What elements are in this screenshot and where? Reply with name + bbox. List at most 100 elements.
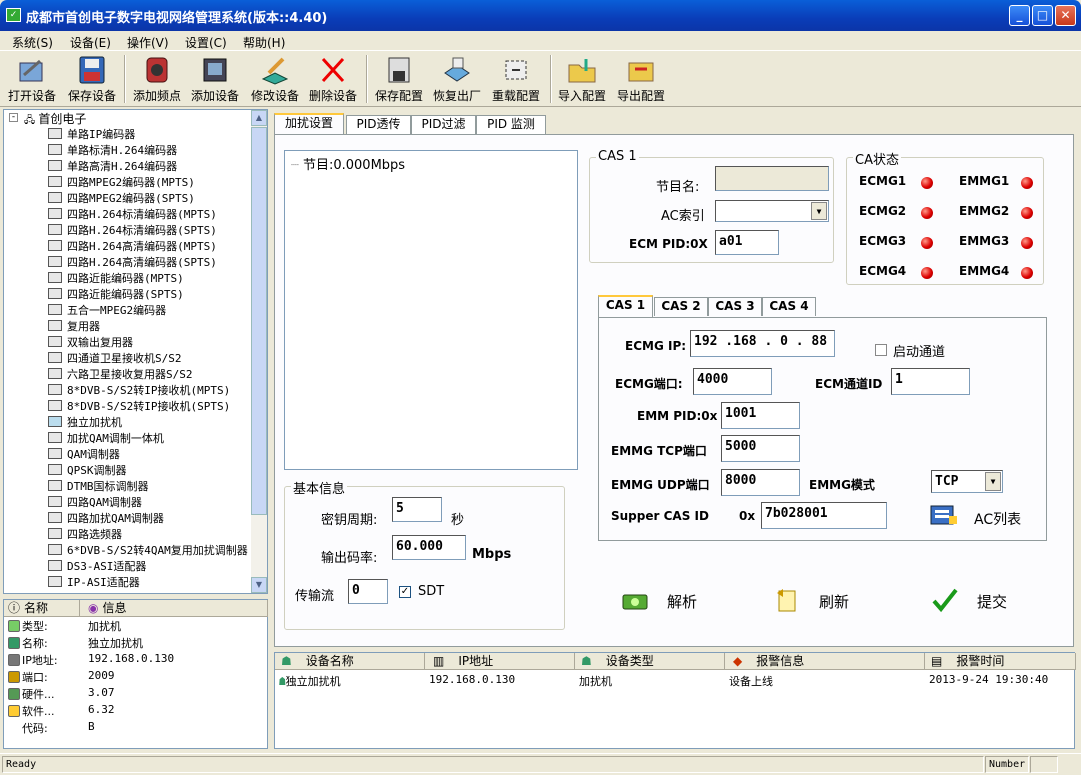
key-period-input[interactable]: 5 bbox=[392, 497, 442, 522]
parse-button[interactable]: 解析 bbox=[621, 585, 711, 615]
minimize-button[interactable]: _ bbox=[1009, 5, 1030, 26]
ecm-pid-input[interactable]: a01 bbox=[715, 230, 779, 255]
supper-cas-input[interactable]: 7b028001 bbox=[761, 502, 887, 529]
add-frequency-button[interactable]: 添加频点 bbox=[130, 55, 184, 105]
emmg-mode-select[interactable]: TCP ▼ bbox=[931, 470, 1003, 493]
props-header-info[interactable]: ◉ 信息 bbox=[80, 600, 268, 617]
enable-channel-checkbox[interactable] bbox=[875, 344, 887, 356]
tree-scrollbar[interactable]: ▲ ▼ bbox=[251, 110, 267, 593]
tree-item[interactable]: 单路IP编码器 bbox=[48, 126, 135, 142]
delete-device-button[interactable]: 删除设备 bbox=[306, 55, 360, 105]
tree-item[interactable]: 四路H.264标清编码器(MPTS) bbox=[48, 206, 217, 222]
bitrate-input[interactable]: 60.000 bbox=[392, 535, 466, 560]
tree-item[interactable]: 复用器 bbox=[48, 318, 100, 334]
menu-operation[interactable]: 操作(V) bbox=[127, 34, 169, 51]
restore-factory-button[interactable]: 恢复出厂 bbox=[430, 55, 484, 105]
cas-tab-2[interactable]: CAS 2 bbox=[654, 297, 708, 316]
export-config-button[interactable]: 导出配置 bbox=[614, 55, 668, 105]
alarm-list[interactable]: ☗ 设备名称 ▥ IP地址 ☗ 设备类型 ◆ 报警信息 ▤ 报警时间 ☗独立加扰机 192… bbox=[274, 652, 1076, 749]
tree-item[interactable]: 四路近能编码器(MPTS) bbox=[48, 270, 184, 286]
device-icon bbox=[48, 176, 62, 187]
dropdown-arrow-icon[interactable]: ▼ bbox=[985, 472, 1001, 491]
col-alarm-time[interactable]: ▤ 报警时间 bbox=[925, 653, 1076, 670]
tree-item[interactable]: 6*DVB-S/S2转4QAM复用加扰调制器 bbox=[48, 542, 248, 558]
dropdown-arrow-icon[interactable]: ▼ bbox=[811, 202, 827, 220]
col-device-name[interactable]: ☗ 设备名称 bbox=[275, 653, 425, 670]
menu-help[interactable]: 帮助(H) bbox=[243, 34, 285, 51]
ecm-channel-input[interactable]: 1 bbox=[891, 368, 970, 395]
tree-item[interactable]: DTMB国标调制器 bbox=[48, 478, 149, 494]
add-device-button[interactable]: 添加设备 bbox=[188, 55, 242, 105]
program-list[interactable]: ┈ 节目:0.000Mbps bbox=[284, 150, 578, 470]
tab-pid-passthrough[interactable]: PID透传 bbox=[346, 115, 411, 134]
tree-item[interactable]: 单路高清H.264编码器 bbox=[48, 158, 177, 174]
device-icon: ☗ bbox=[281, 654, 292, 668]
tree-item[interactable]: 四路H.264高清编码器(SPTS) bbox=[48, 254, 217, 270]
refresh-icon bbox=[777, 589, 796, 612]
tree-item[interactable]: 五合一MPEG2编码器 bbox=[48, 302, 166, 318]
tree-item[interactable]: 四路选频器 bbox=[48, 526, 122, 542]
tree-item[interactable]: QPSK调制器 bbox=[48, 462, 127, 478]
menu-settings[interactable]: 设置(C) bbox=[185, 34, 227, 51]
cas-tab-1[interactable]: CAS 1 bbox=[598, 295, 653, 317]
submit-button[interactable]: 提交 bbox=[931, 585, 1021, 615]
tree-item[interactable]: 双输出复用器 bbox=[48, 334, 133, 350]
tab-pid-monitor[interactable]: PID 监测 bbox=[476, 115, 546, 134]
program-name-field[interactable] bbox=[715, 166, 829, 191]
tree-item[interactable]: DS3-ASI适配器 bbox=[48, 558, 146, 574]
ca-status-group: CA状态 ECMG1 EMMG1 ECMG2 EMMG2 ECMG3 EMMG3 ECMG4… bbox=[846, 149, 1044, 285]
tree-item[interactable]: 四路MPEG2编码器(MPTS) bbox=[48, 174, 195, 190]
col-device-type[interactable]: ☗ 设备类型 bbox=[575, 653, 725, 670]
tree-item[interactable]: 六路卫星接收复用器S/S2 bbox=[48, 366, 193, 382]
refresh-button[interactable]: 刷新 bbox=[773, 585, 863, 615]
menu-system[interactable]: 系统(S) bbox=[12, 34, 53, 51]
sdt-checkbox[interactable]: ✓ bbox=[399, 586, 411, 598]
ecmg-ip-input[interactable]: 192 .168 . 0 . 88 bbox=[690, 330, 835, 357]
emm-pid-input[interactable]: 1001 bbox=[721, 402, 800, 429]
emmg-udp-input[interactable]: 8000 bbox=[721, 469, 800, 496]
menu-device[interactable]: 设备(E) bbox=[70, 34, 111, 51]
save-device-button[interactable]: 保存设备 bbox=[64, 55, 120, 105]
import-config-button[interactable]: 导入配置 bbox=[556, 55, 608, 105]
device-icon bbox=[48, 544, 62, 555]
tab-scramble-settings[interactable]: 加扰设置 bbox=[274, 113, 344, 135]
tree-item[interactable]: IP-ASI适配器 bbox=[48, 574, 140, 590]
tree-item[interactable]: 加扰QAM调制一体机 bbox=[48, 430, 164, 446]
ac-index-select[interactable]: ▼ bbox=[715, 200, 829, 222]
save-config-button[interactable]: 保存配置 bbox=[372, 55, 426, 105]
tree-item[interactable]: 单路标清H.264编码器 bbox=[48, 142, 177, 158]
tree-item[interactable]: 独立加扰机 bbox=[48, 414, 122, 430]
cas-tab-3[interactable]: CAS 3 bbox=[708, 297, 762, 316]
tree-item[interactable]: 四路QAM调制器 bbox=[48, 494, 142, 510]
tree-collapse-toggle[interactable]: - bbox=[9, 113, 18, 122]
ecmg-port-input[interactable]: 4000 bbox=[693, 368, 772, 395]
tree-item[interactable]: 8*DVB-S/S2转IP接收机(MPTS) bbox=[48, 382, 230, 398]
device-icon bbox=[48, 224, 62, 235]
tree-item[interactable]: QAM调制器 bbox=[48, 446, 120, 462]
col-ip[interactable]: ▥ IP地址 bbox=[425, 653, 575, 670]
program-item[interactable]: ┈ 节目:0.000Mbps bbox=[291, 154, 405, 173]
open-device-button[interactable]: 打开设备 bbox=[4, 55, 60, 105]
transport-stream-input[interactable]: 0 bbox=[348, 579, 388, 604]
reload-config-button[interactable]: 重载配置 bbox=[488, 55, 544, 105]
tree-item[interactable]: 8*DVB-S/S2转IP接收机(SPTS) bbox=[48, 398, 230, 414]
col-alarm-info[interactable]: ◆ 报警信息 bbox=[725, 653, 925, 670]
device-tree[interactable]: - 🖧 首创电子 单路IP编码器 单路标清H.264编码器 单路高清H.264编码器… bbox=[3, 109, 268, 594]
close-button[interactable]: ✕ bbox=[1055, 5, 1076, 26]
cas-tab-4[interactable]: CAS 4 bbox=[762, 297, 816, 316]
tree-item[interactable]: 四通道卫星接收机S/S2 bbox=[48, 350, 182, 366]
scroll-thumb[interactable] bbox=[251, 127, 267, 515]
tab-pid-filter[interactable]: PID过滤 bbox=[411, 115, 476, 134]
tree-item[interactable]: 四路MPEG2编码器(SPTS) bbox=[48, 190, 195, 206]
maximize-button[interactable]: □ bbox=[1032, 5, 1053, 26]
tree-item[interactable]: 四路近能编码器(SPTS) bbox=[48, 286, 184, 302]
modify-device-button[interactable]: 修改设备 bbox=[248, 55, 302, 105]
tree-item[interactable]: 四路加扰QAM调制器 bbox=[48, 510, 164, 526]
emmg-tcp-input[interactable]: 5000 bbox=[721, 435, 800, 462]
tree-item[interactable]: 四路H.264高清编码器(MPTS) bbox=[48, 238, 217, 254]
ac-list-button[interactable]: AC列表 bbox=[929, 502, 1029, 530]
scroll-down-button[interactable]: ▼ bbox=[251, 577, 267, 593]
scroll-up-button[interactable]: ▲ bbox=[251, 110, 267, 126]
props-header-name[interactable]: ⓘ 名称 bbox=[4, 600, 80, 617]
tree-item[interactable]: 四路H.264标清编码器(SPTS) bbox=[48, 222, 217, 238]
